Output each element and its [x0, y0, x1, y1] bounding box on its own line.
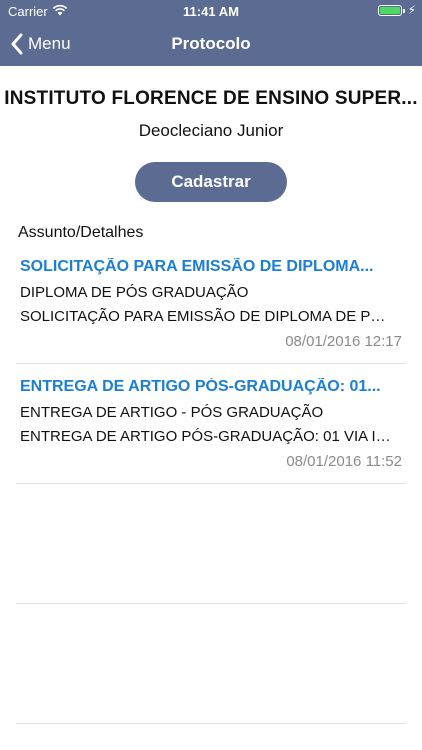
item-details: ENTREGA DE ARTIGO PÓS-GRADUAÇÃO: 01 VIA …: [20, 428, 396, 445]
status-time: 11:41 AM: [183, 4, 239, 19]
top-bar: Carrier 11:41 AM ⚡ Menu Protocolo: [0, 0, 422, 66]
list-item[interactable]: SOLICITAÇÃO PARA EMISSÃO DE DIPLOMA... D…: [16, 244, 406, 364]
empty-list-row: [16, 484, 406, 604]
item-date: 08/01/2016 11:52: [286, 453, 402, 470]
institution-name: INSTITUTO FLORENCE DE ENSINO SUPER...: [4, 88, 418, 109]
page-title: Protocolo: [171, 34, 251, 53]
list-header-label: Assunto/Detalhes: [18, 224, 144, 241]
item-title: SOLICITAÇÃO PARA EMISSÃO DE DIPLOMA...: [20, 258, 374, 275]
item-details: SOLICITAÇÃO PARA EMISSÃO DE DIPLOMA DE P…: [20, 308, 396, 325]
empty-list-row: [16, 604, 406, 724]
register-button[interactable]: Cadastrar: [135, 162, 287, 202]
item-date: 08/01/2016 12:17: [285, 333, 402, 350]
item-subject: DIPLOMA DE PÓS GRADUAÇÃO: [20, 284, 249, 301]
item-subject: ENTREGA DE ARTIGO - PÓS GRADUAÇÃO: [20, 404, 324, 421]
protocol-list: SOLICITAÇÃO PARA EMISSÃO DE DIPLOMA... D…: [16, 244, 406, 724]
bolt-icon: ⚡: [407, 3, 416, 17]
status-bar: Carrier 11:41 AM ⚡: [0, 0, 422, 22]
battery-icon: [378, 5, 405, 16]
list-item[interactable]: ENTREGA DE ARTIGO PÓS-GRADUAÇÃO: 01... E…: [16, 364, 406, 484]
user-name: Deocleciano Junior: [138, 121, 284, 140]
item-title: ENTREGA DE ARTIGO PÓS-GRADUAÇÃO: 01...: [20, 378, 381, 395]
navigation-bar: Menu Protocolo: [0, 22, 422, 66]
